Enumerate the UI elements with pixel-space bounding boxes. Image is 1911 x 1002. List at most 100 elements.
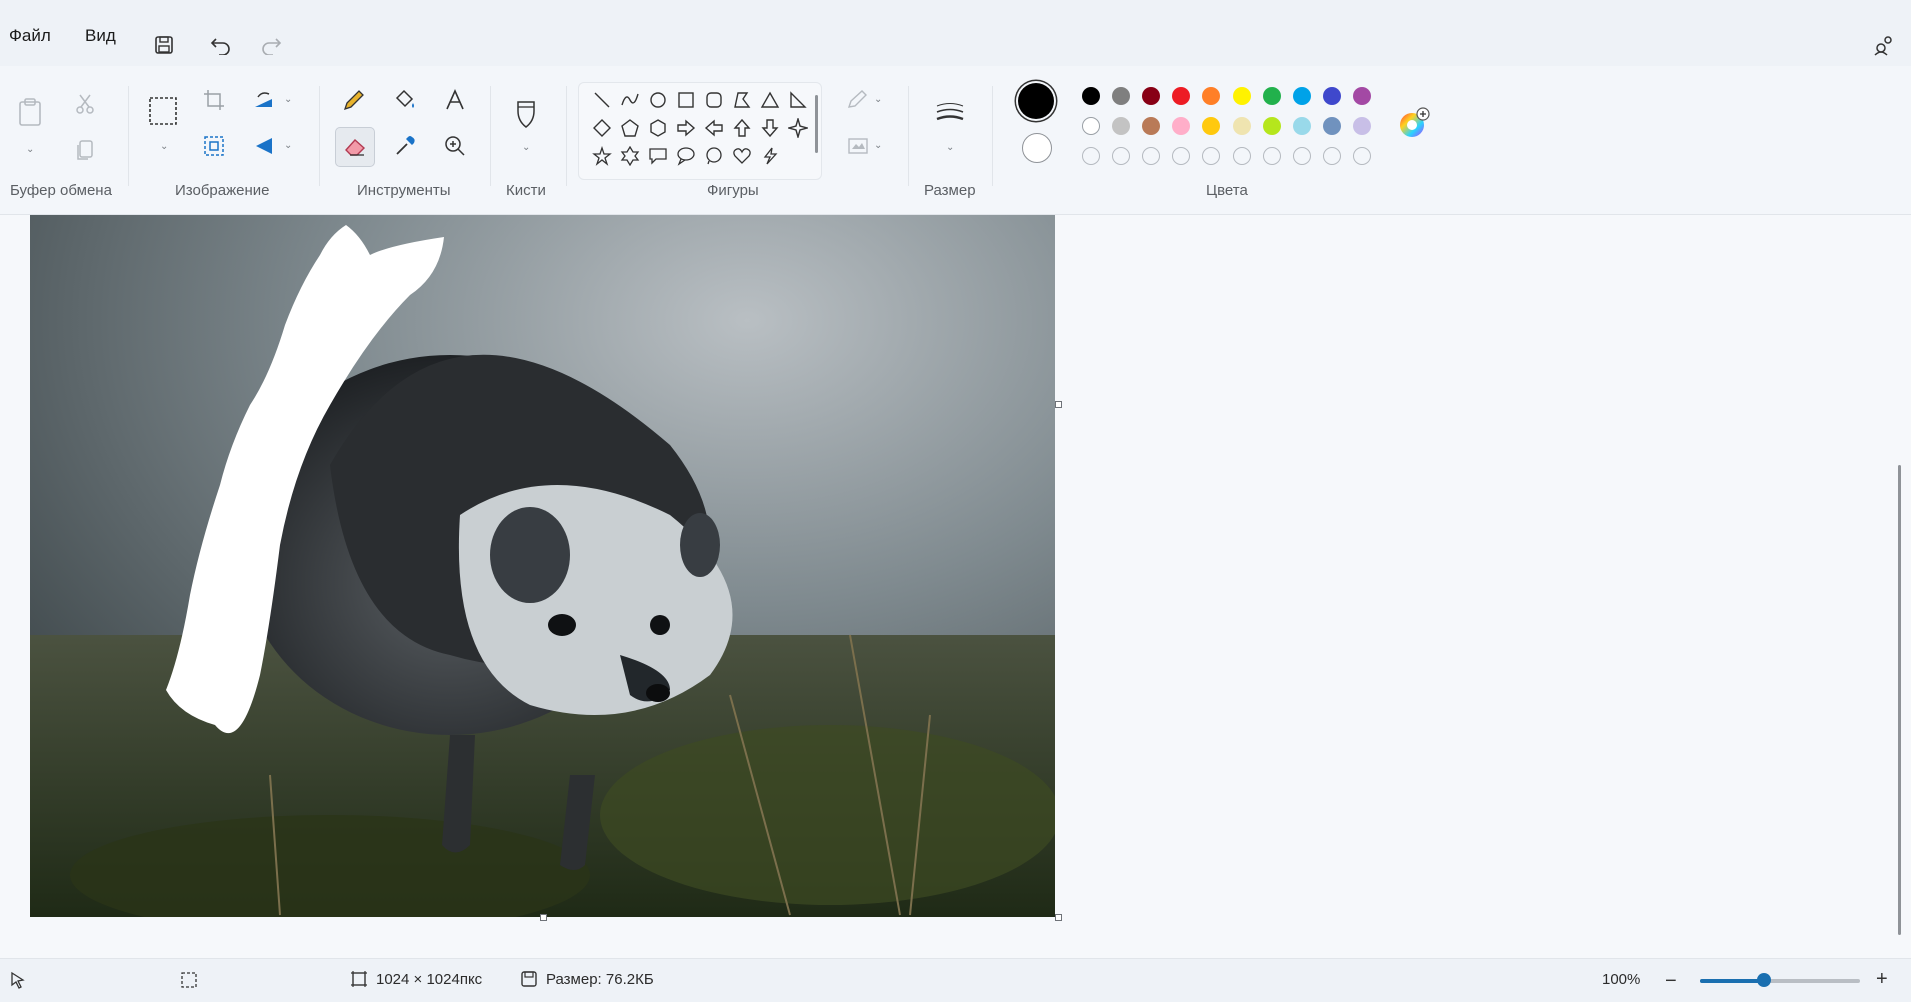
line-size-icon[interactable]: [932, 96, 968, 132]
menu-view[interactable]: Вид: [85, 26, 116, 46]
lightning-shape-icon[interactable]: [757, 143, 783, 169]
left-arrow-shape-icon[interactable]: [701, 115, 727, 141]
color-swatch[interactable]: [1082, 87, 1100, 105]
group-label-shapes: Фигуры: [707, 182, 759, 199]
four-point-star-shape-icon[interactable]: [785, 115, 811, 141]
flip-chevron-down-icon[interactable]: ⌄: [284, 140, 292, 151]
custom-color-slot[interactable]: [1292, 147, 1311, 165]
paste-chevron-down-icon[interactable]: ⌄: [26, 144, 34, 155]
diamond-shape-icon[interactable]: [589, 115, 615, 141]
color-swatch[interactable]: [1322, 117, 1341, 135]
select-chevron-down-icon[interactable]: ⌄: [160, 141, 168, 152]
color-swatch[interactable]: [1082, 117, 1100, 135]
crop-icon[interactable]: [196, 82, 232, 118]
oval-callout-shape-icon[interactable]: [673, 143, 699, 169]
undo-icon[interactable]: [207, 31, 235, 59]
size-chevron-down-icon[interactable]: ⌄: [946, 142, 954, 153]
resize-handle-corner[interactable]: [1055, 914, 1062, 921]
resize-handle-bottom[interactable]: [540, 914, 547, 921]
custom-color-slot[interactable]: [1322, 147, 1341, 165]
line-shape-icon[interactable]: [589, 87, 615, 113]
save-icon[interactable]: [150, 31, 178, 59]
rectangle-shape-icon[interactable]: [673, 87, 699, 113]
shape-fill-icon[interactable]: [840, 128, 876, 164]
color-swatch[interactable]: [1352, 117, 1371, 135]
polygon-shape-icon[interactable]: [729, 87, 755, 113]
primary-color-swatch[interactable]: [1018, 83, 1054, 119]
color-swatch[interactable]: [1352, 87, 1371, 105]
cloud-callout-shape-icon[interactable]: [701, 143, 727, 169]
six-point-star-shape-icon[interactable]: [617, 143, 643, 169]
triangle-shape-icon[interactable]: [757, 87, 783, 113]
rounded-rectangle-shape-icon[interactable]: [701, 87, 727, 113]
color-swatch[interactable]: [1142, 117, 1161, 135]
color-swatch[interactable]: [1232, 87, 1251, 105]
resize-handle-right[interactable]: [1055, 401, 1062, 408]
redo-icon[interactable]: [257, 31, 285, 59]
shapes-scrollbar[interactable]: [815, 95, 818, 153]
color-swatch[interactable]: [1172, 87, 1191, 105]
custom-color-slot[interactable]: [1172, 147, 1191, 165]
fill-bucket-icon[interactable]: [387, 82, 423, 118]
resize-icon[interactable]: [196, 128, 232, 164]
canvas-image[interactable]: [30, 215, 1055, 917]
custom-color-slot[interactable]: [1232, 147, 1251, 165]
up-arrow-shape-icon[interactable]: [729, 115, 755, 141]
color-swatch[interactable]: [1292, 87, 1311, 105]
color-swatch[interactable]: [1172, 117, 1191, 135]
five-point-star-shape-icon[interactable]: [589, 143, 615, 169]
custom-color-slot[interactable]: [1202, 147, 1221, 165]
color-picker-icon[interactable]: [387, 128, 423, 164]
color-swatch[interactable]: [1262, 87, 1281, 105]
curve-shape-icon[interactable]: [617, 87, 643, 113]
color-swatch[interactable]: [1142, 87, 1161, 105]
menu-file[interactable]: Файл: [9, 26, 51, 46]
right-arrow-shape-icon[interactable]: [673, 115, 699, 141]
custom-color-slot[interactable]: [1082, 147, 1100, 165]
rotate-chevron-down-icon[interactable]: ⌄: [284, 94, 292, 105]
color-swatch[interactable]: [1322, 87, 1341, 105]
color-swatch[interactable]: [1202, 87, 1221, 105]
cut-icon[interactable]: [67, 86, 103, 122]
zoom-slider-thumb[interactable]: [1757, 973, 1771, 987]
vertical-scrollbar[interactable]: [1898, 465, 1901, 935]
eraser-icon[interactable]: [335, 127, 375, 167]
outline-chevron-down-icon[interactable]: ⌄: [874, 94, 882, 105]
shape-fill-chevron-down-icon[interactable]: ⌄: [874, 140, 882, 151]
oval-shape-icon[interactable]: [645, 87, 671, 113]
outline-icon[interactable]: [840, 82, 876, 118]
color-swatch[interactable]: [1202, 117, 1221, 135]
custom-color-slot[interactable]: [1352, 147, 1371, 165]
brush-icon[interactable]: [508, 96, 544, 132]
zoom-slider[interactable]: [1700, 973, 1860, 987]
share-icon[interactable]: [1870, 31, 1898, 59]
zoom-level[interactable]: 100%: [1602, 971, 1640, 988]
paste-icon[interactable]: [12, 94, 48, 130]
custom-color-slot[interactable]: [1142, 147, 1161, 165]
pencil-icon[interactable]: [336, 82, 372, 118]
flip-icon[interactable]: [246, 128, 282, 164]
hexagon-shape-icon[interactable]: [645, 115, 671, 141]
custom-color-slot[interactable]: [1262, 147, 1281, 165]
rotate-icon[interactable]: [246, 82, 282, 118]
color-swatch[interactable]: [1292, 117, 1311, 135]
color-swatch[interactable]: [1262, 117, 1281, 135]
text-icon[interactable]: [437, 82, 473, 118]
heart-shape-icon[interactable]: [729, 143, 755, 169]
secondary-color-swatch[interactable]: [1022, 133, 1052, 163]
right-triangle-shape-icon[interactable]: [785, 87, 811, 113]
color-swatch[interactable]: [1232, 117, 1251, 135]
color-swatch[interactable]: [1112, 87, 1131, 105]
magnifier-icon[interactable]: [437, 128, 473, 164]
rect-callout-shape-icon[interactable]: [645, 143, 671, 169]
copy-icon[interactable]: [67, 132, 103, 168]
custom-color-slot[interactable]: [1112, 147, 1131, 165]
select-icon[interactable]: [145, 93, 181, 129]
brush-chevron-down-icon[interactable]: ⌄: [522, 142, 530, 153]
down-arrow-shape-icon[interactable]: [757, 115, 783, 141]
zoom-out-icon[interactable]: −: [1665, 970, 1677, 993]
zoom-in-icon[interactable]: +: [1876, 968, 1888, 991]
edit-colors-icon[interactable]: [1397, 106, 1431, 140]
pentagon-shape-icon[interactable]: [617, 115, 643, 141]
color-swatch[interactable]: [1112, 117, 1131, 135]
